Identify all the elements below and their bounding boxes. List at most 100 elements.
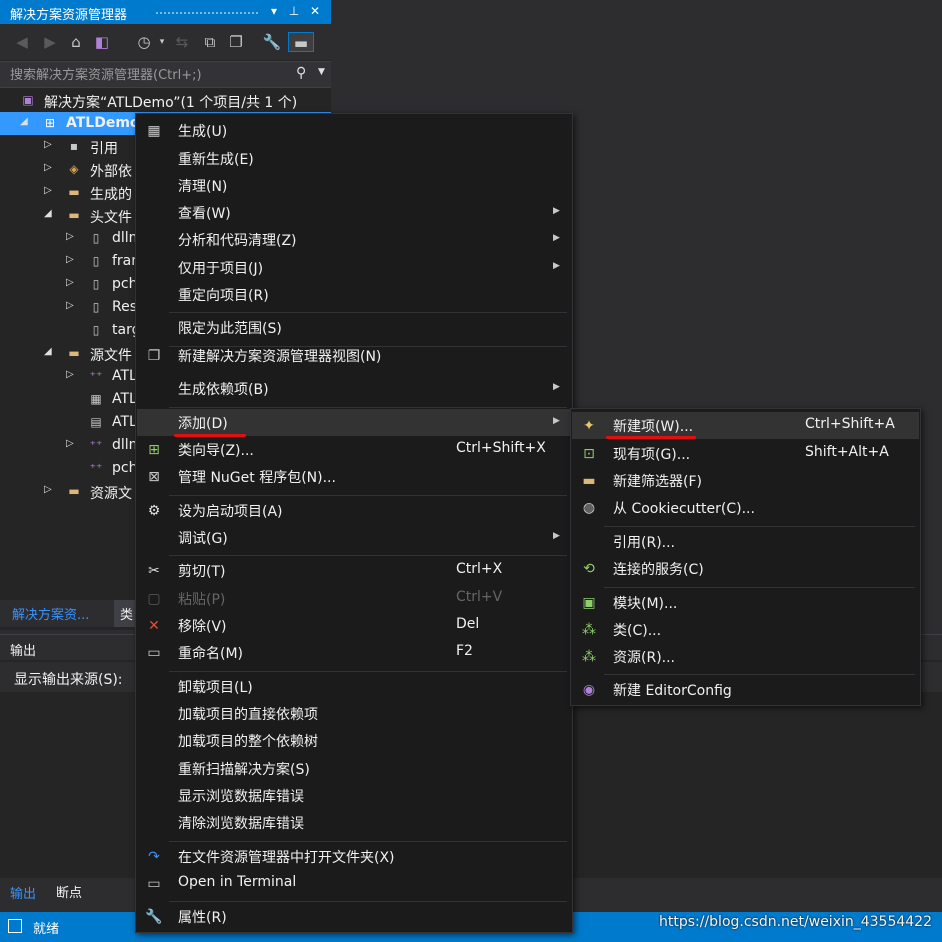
chevron-down-icon[interactable]: ▾ (266, 3, 282, 19)
menu-item[interactable]: 引用(R)... (572, 528, 919, 555)
menu-item[interactable]: 限定为此范围(S) (137, 314, 571, 341)
pending-changes-filter-icon[interactable]: ◷ (134, 32, 154, 52)
menu-item[interactable]: ◉ 新建 EditorConfig (572, 676, 919, 703)
menu-item[interactable]: 查看(W) ▶ (137, 199, 571, 226)
terminal-icon: ▭ (147, 876, 161, 892)
menu-item-label: 现有项(G)... (613, 447, 691, 463)
menu-item[interactable]: 🔧 属性(R) (137, 903, 571, 930)
tree-item-label: ATLDemo (66, 115, 140, 131)
collapsed-arrow-icon[interactable]: ▷ (66, 369, 74, 380)
menu-item[interactable]: 添加(D) ▶ (137, 409, 571, 436)
menu-item[interactable]: ✦ 新建项(W)... Ctrl+Shift+A (572, 412, 919, 439)
folder-icon: ▬ (68, 185, 80, 199)
home-icon[interactable]: ⌂ (66, 32, 86, 52)
tree-item-label: 外部依 (90, 164, 132, 180)
cpp-file-icon: ⁺⁺ (89, 369, 103, 383)
title-drag-grip[interactable] (155, 11, 260, 15)
menu-item[interactable]: ⊞ 类向导(Z)... Ctrl+Shift+X (137, 436, 571, 463)
expanded-arrow-icon[interactable]: ◢ (44, 346, 52, 357)
menu-item[interactable]: ⁂ 类(C)... (572, 616, 919, 643)
menu-item[interactable]: ✕ 移除(V) Del (137, 612, 571, 639)
collapsed-arrow-icon[interactable]: ▷ (44, 139, 52, 150)
back-icon[interactable]: ◀ (12, 32, 32, 52)
menu-item[interactable]: 分析和代码清理(Z) ▶ (137, 226, 571, 253)
open-folder-arrow-icon: ↷ (148, 849, 160, 865)
menu-item[interactable]: 清除浏览数据库错误 (137, 809, 571, 836)
menu-item[interactable]: 重新扫描解决方案(S) (137, 755, 571, 782)
menu-item[interactable]: ⚙ 设为启动项目(A) (137, 497, 571, 524)
menu-item[interactable]: 加载项目的直接依赖项 (137, 700, 571, 727)
status-text: 就绪 (33, 922, 60, 937)
show-all-files-icon[interactable]: ❐ (226, 32, 246, 52)
menu-item[interactable]: 重定向项目(R) (137, 281, 571, 308)
menu-item-label: 类(C)... (613, 623, 662, 639)
collapsed-arrow-icon[interactable]: ▷ (66, 438, 74, 449)
menu-item[interactable]: ⊠ 管理 NuGet 程序包(N)... (137, 463, 571, 490)
menu-item[interactable]: ⁂ 资源(R)... (572, 643, 919, 670)
collapsed-arrow-icon[interactable]: ▷ (44, 484, 52, 495)
menu-item-label: 限定为此范围(S) (178, 321, 282, 337)
menu-item[interactable]: 调试(G) ▶ (137, 524, 571, 551)
menu-item[interactable]: 重新生成(E) (137, 145, 571, 172)
collapsed-arrow-icon[interactable]: ▷ (66, 254, 74, 265)
expanded-arrow-icon[interactable]: ◢ (44, 208, 52, 219)
close-icon[interactable]: ✕ (307, 3, 323, 19)
menu-item-label: 在文件资源管理器中打开文件夹(X) (178, 850, 395, 866)
new-filter-folder-icon: ▬ (582, 473, 596, 489)
menu-item[interactable]: 卸载项目(L) (137, 673, 571, 700)
tree-item-label: ATL (112, 368, 137, 384)
menu-item-label: 新建解决方案资源管理器视图(N) (178, 349, 382, 365)
menu-item[interactable]: ▭ 重命名(M) F2 (137, 639, 571, 666)
collapsed-arrow-icon[interactable]: ▷ (66, 300, 74, 311)
menu-separator (604, 674, 915, 675)
search-input[interactable] (10, 66, 290, 84)
menu-item[interactable]: ▦ 生成(U) (137, 117, 571, 144)
menu-item[interactable]: ▬ 新建筛选器(F) (572, 467, 919, 494)
search-icon[interactable]: ⚲ (296, 65, 306, 81)
solution-search-box[interactable]: ⚲ ▼ (0, 61, 331, 88)
submenu-arrow-icon: ▶ (553, 206, 560, 216)
header-file-icon: ▯ (92, 254, 100, 268)
menu-item[interactable]: ✂ 剪切(T) Ctrl+X (137, 557, 571, 584)
menu-item[interactable]: 仅用于项目(J) ▶ (137, 254, 571, 281)
preview-selected-icon[interactable]: ▬ (288, 32, 314, 52)
menu-item[interactable]: ⟲ 连接的服务(C) (572, 555, 919, 582)
menu-item[interactable]: ⊡ 现有项(G)... Shift+Alt+A (572, 440, 919, 467)
menu-item-label: 清理(N) (178, 179, 228, 195)
collapse-all-icon[interactable]: ⧉ (200, 32, 220, 52)
menu-item[interactable]: 清理(N) (137, 172, 571, 199)
switch-views-icon[interactable]: ◧ (92, 32, 112, 52)
solution-explorer-titlebar: 解决方案资源管理器 ▾ ⊥ ✕ (0, 0, 331, 24)
collapsed-arrow-icon[interactable]: ▷ (44, 162, 52, 173)
menu-item[interactable]: 显示浏览数据库错误 (137, 782, 571, 809)
tree-item-label: 生成的 (90, 187, 132, 203)
submenu-arrow-icon: ▶ (553, 233, 560, 243)
cpp-file-icon: ⁺⁺ (89, 461, 103, 475)
tab-breakpoints[interactable]: 断点 (56, 882, 82, 901)
menu-item[interactable]: ↷ 在文件资源管理器中打开文件夹(X) (137, 843, 571, 870)
chevron-down-icon[interactable]: ▾ (152, 32, 172, 52)
menu-item-label: 调试(G) (178, 531, 228, 547)
forward-icon[interactable]: ▶ (40, 32, 60, 52)
solution-explorer-toolbar: ◀ ▶ ⌂ ◧ ◷ ▾ ⇆ ⧉ ❐ 🔧 ▬ (0, 24, 331, 60)
tree-item-label: ATL (112, 391, 137, 407)
menu-item[interactable]: 生成依赖项(B) ▶ (137, 375, 571, 402)
module-icon: ▣ (582, 595, 596, 611)
chevron-down-icon[interactable]: ▼ (318, 67, 325, 77)
pin-icon[interactable]: ⊥ (286, 3, 302, 19)
menu-item[interactable]: ▭ Open in Terminal (137, 870, 571, 897)
expanded-arrow-icon[interactable]: ◢ (20, 116, 28, 127)
tree-item[interactable]: ▣ 解决方案“ATLDemo”(1 个项目/共 1 个) (0, 89, 331, 112)
tab-output[interactable]: 输出 (10, 883, 36, 902)
collapsed-arrow-icon[interactable]: ▷ (66, 231, 74, 242)
menu-item-label: 加载项目的整个依赖树 (178, 734, 318, 750)
menu-item[interactable]: 加载项目的整个依赖树 (137, 727, 571, 754)
menu-item[interactable]: ◍ 从 Cookiecutter(C)... (572, 494, 919, 521)
wrench-icon[interactable]: 🔧 (262, 32, 282, 52)
collapsed-arrow-icon[interactable]: ▷ (66, 277, 74, 288)
folder-icon: ▬ (68, 346, 80, 360)
collapsed-arrow-icon[interactable]: ▷ (44, 185, 52, 196)
sync-icon[interactable]: ⇆ (172, 32, 192, 52)
menu-item[interactable]: ▣ 模块(M)... (572, 589, 919, 616)
tab-solution-explorer[interactable]: 解决方案资... (12, 604, 89, 623)
